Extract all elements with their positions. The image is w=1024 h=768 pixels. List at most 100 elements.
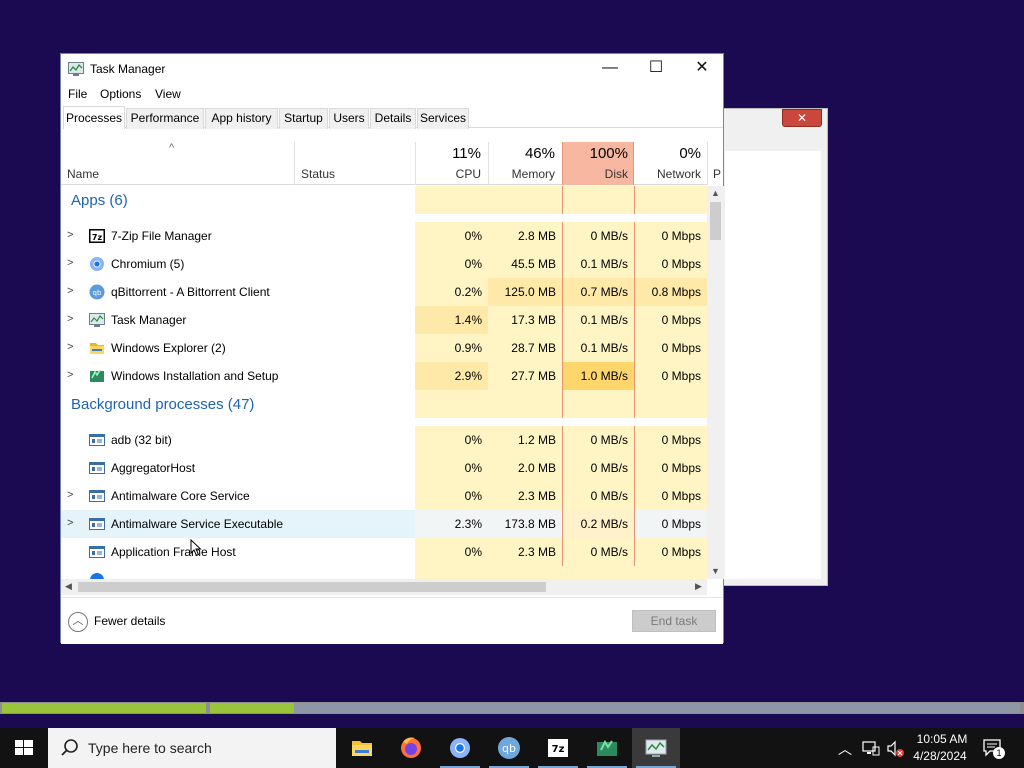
clock-date[interactable]: 4/28/2024 (910, 749, 970, 763)
chevron-right-icon[interactable]: > (67, 285, 73, 297)
end-task-button[interactable]: End task (632, 610, 716, 632)
column-network[interactable]: Network (635, 167, 701, 181)
background-window-close-button[interactable]: ✕ (782, 109, 822, 127)
disk-border (634, 426, 635, 454)
column-status[interactable]: Status (301, 167, 335, 181)
scroll-up-icon[interactable]: ▲ (711, 188, 720, 198)
cpu-percent[interactable]: 11% (421, 145, 481, 162)
column-memory[interactable]: Memory (491, 167, 555, 181)
cpu-cell: 0.9% (415, 334, 488, 362)
show-hidden-icons-chevron-icon[interactable]: ︿ (838, 739, 852, 768)
menu-file[interactable]: File (68, 87, 87, 101)
process-row[interactable]: adb (32 bit) 0% 1.2 MB 0 MB/s 0 Mbps (61, 426, 707, 454)
minimize-button[interactable]: — (587, 54, 633, 84)
scroll-right-icon[interactable]: ▶ (695, 581, 702, 592)
chevron-right-icon[interactable]: > (67, 489, 73, 501)
svg-text:7z: 7z (92, 233, 103, 242)
process-name-cell[interactable]: >7z 7-Zip File Manager (61, 222, 415, 250)
heat-cell (415, 390, 488, 418)
taskbar-windows-setup[interactable] (583, 728, 631, 768)
column-name[interactable]: Name (67, 167, 99, 181)
tab-startup[interactable]: Startup (279, 108, 328, 129)
taskbar-task-manager[interactable] (632, 728, 680, 768)
column-separator (294, 142, 295, 185)
vertical-scrollbar[interactable]: ▲ ▼ (707, 186, 724, 579)
chromium-icon (90, 257, 104, 271)
chevron-right-icon[interactable]: > (67, 257, 73, 269)
disk-border (634, 186, 635, 214)
volume-muted-icon[interactable] (886, 740, 906, 758)
chromium-icon (450, 738, 470, 758)
disk-cell: 1.0 MB/s (562, 362, 634, 390)
taskbar-qbittorrent[interactable]: qb (485, 728, 533, 768)
chevron-right-icon[interactable]: > (67, 341, 73, 353)
taskbar-7zip[interactable]: 7z (534, 728, 582, 768)
process-name-cell[interactable]: adb (32 bit) (61, 426, 415, 454)
tab-details[interactable]: Details (370, 108, 416, 129)
process-name-cell[interactable]: > Windows Explorer (2) (61, 334, 415, 362)
cpu-cell: 0% (415, 250, 488, 278)
taskbar-chromium[interactable] (436, 728, 484, 768)
maximize-button[interactable]: ☐ (633, 54, 679, 84)
close-button[interactable]: ✕ (679, 54, 725, 84)
process-row[interactable]: > Antimalware Core Service 0% 2.3 MB 0 MB/s 0… (61, 482, 707, 510)
vertical-scroll-thumb[interactable] (710, 202, 721, 240)
process-row[interactable]: > Task Manager 1.4% 17.3 MB 0.1 MB/s 0 Mbps (61, 306, 707, 334)
process-name-cell[interactable]: > qb qBittorrent - A Bittorrent Client (61, 278, 415, 306)
menu-view[interactable]: View (155, 87, 181, 101)
horizontal-scroll-thumb[interactable] (78, 582, 546, 592)
taskbar-search-box[interactable]: Type here to search (48, 728, 336, 768)
process-name-cell[interactable]: > Windows Installation and Setup (61, 362, 415, 390)
process-row-partial[interactable] (61, 566, 707, 579)
process-row[interactable]: > Antimalware Service Executable 2.3% 173.8… (61, 510, 707, 538)
notifications-icon[interactable]: 1 (982, 738, 1005, 759)
chevron-up-icon[interactable]: ︿ (68, 612, 88, 632)
chevron-right-icon[interactable]: > (67, 229, 73, 241)
memory-percent[interactable]: 46% (491, 145, 555, 162)
process-row[interactable]: > qb qBittorrent - A Bittorrent Client 0.2%… (61, 278, 707, 306)
process-name-cell[interactable]: > Antimalware Core Service (61, 482, 415, 510)
chevron-right-icon[interactable]: > (67, 517, 73, 529)
windows-logo-icon (15, 740, 33, 755)
scroll-down-icon[interactable]: ▼ (711, 566, 720, 576)
disk-percent[interactable]: 100% (562, 145, 628, 162)
memory-cell: 28.7 MB (488, 334, 562, 362)
tab-services[interactable]: Services (417, 108, 469, 129)
app-icon (90, 573, 104, 579)
process-name-cell[interactable]: > Task Manager (61, 306, 415, 334)
notification-count-badge: 1 (993, 747, 1005, 759)
column-power[interactable]: P (713, 167, 723, 181)
tab-app-history[interactable]: App history (205, 108, 278, 129)
taskbar-firefox[interactable] (387, 728, 435, 768)
process-name-cell[interactable]: > Chromium (5) (61, 250, 415, 278)
column-disk[interactable]: Disk (562, 167, 628, 181)
process-name-cell[interactable]: > Antimalware Service Executable (61, 510, 415, 538)
taskbar-file-explorer[interactable] (338, 728, 386, 768)
process-row[interactable]: > Windows Installation and Setup 2.9% 27.7 … (61, 362, 707, 390)
process-name-cell[interactable]: Application Frame Host (61, 538, 415, 566)
network-percent[interactable]: 0% (635, 145, 701, 162)
cpu-cell: 0% (415, 482, 488, 510)
menu-options[interactable]: Options (100, 87, 141, 101)
memory-cell: 173.8 MB (488, 510, 562, 538)
scroll-left-icon[interactable]: ◀ (65, 581, 72, 592)
clock-time[interactable]: 10:05 AM (912, 732, 972, 746)
tab-users[interactable]: Users (329, 108, 369, 129)
chevron-right-icon[interactable]: > (67, 313, 73, 325)
process-row[interactable]: AggregatorHost 0% 2.0 MB 0 MB/s 0 Mbps (61, 454, 707, 482)
process-row[interactable]: > Chromium (5) 0% 45.5 MB 0.1 MB/s 0 Mbps (61, 250, 707, 278)
process-row[interactable]: > Windows Explorer (2) 0.9% 28.7 MB 0.1 MB/s… (61, 334, 707, 362)
title-bar[interactable]: Task Manager — ☐ ✕ (61, 54, 723, 84)
process-name-cell[interactable]: AggregatorHost (61, 454, 415, 482)
chevron-right-icon[interactable]: > (67, 369, 73, 381)
tab-processes[interactable]: Processes (63, 106, 125, 129)
process-row[interactable]: >7z 7-Zip File Manager 0% 2.8 MB 0 MB/s 0 Mbp… (61, 222, 707, 250)
tab-performance[interactable]: Performance (126, 108, 204, 129)
network-icon[interactable] (862, 740, 880, 756)
horizontal-scrollbar[interactable]: ◀ ▶ (61, 579, 707, 595)
start-button[interactable] (0, 728, 48, 768)
fewer-details-link[interactable]: Fewer details (94, 614, 165, 628)
column-cpu[interactable]: CPU (421, 167, 481, 181)
process-row[interactable]: Application Frame Host 0% 2.3 MB 0 MB/s 0 Mb… (61, 538, 707, 566)
disk-cell: 0 MB/s (562, 482, 634, 510)
